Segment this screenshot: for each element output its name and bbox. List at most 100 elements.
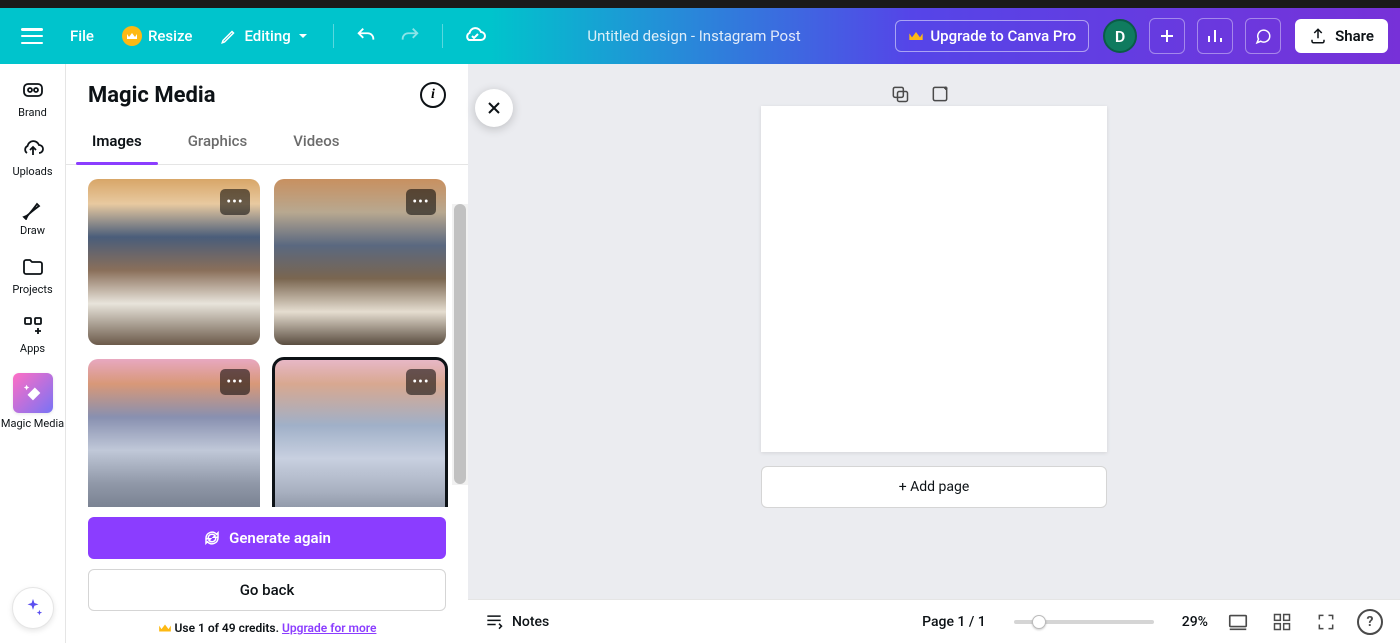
chart-icon [1206,27,1224,45]
upgrade-credits-link[interactable]: Upgrade for more [282,621,376,635]
result-thumbnail[interactable]: ••• [88,359,260,507]
add-page-icon-button[interactable] [928,82,952,106]
user-avatar[interactable]: D [1103,19,1137,53]
magic-media-panel: Magic Media i Images Graphics Videos •••… [66,64,468,643]
draw-icon [21,196,45,220]
fullscreen-icon [1316,612,1336,632]
rail-uploads[interactable]: Uploads [0,137,65,178]
insights-button[interactable] [1197,18,1233,54]
thumbnail-more-button[interactable]: ••• [406,189,436,215]
document-title[interactable]: Untitled design - Instagram Post [501,27,888,45]
magic-media-icon [13,373,53,413]
canvas-stage[interactable]: + Add page [468,64,1400,599]
result-thumbnail[interactable]: ••• [88,179,260,345]
notes-button[interactable]: Notes [484,612,549,632]
credits-text: Use 1 of 49 credits. Upgrade for more [88,621,446,635]
notes-icon [484,612,504,632]
crown-icon [908,29,924,43]
generate-again-button[interactable]: Generate again [88,517,446,559]
undo-button[interactable] [348,18,384,54]
refresh-icon [203,529,221,547]
scrollbar-thumb[interactable] [454,204,466,484]
side-rail: Brand Uploads Draw Projects Apps Magic M… [0,64,66,643]
design-page[interactable] [761,106,1107,452]
bottom-bar: Notes Page 1 / 1 29% ? [468,599,1400,643]
grid-icon [1272,612,1292,632]
add-page-icon [930,84,950,104]
cloud-check-icon [463,24,487,48]
tab-images[interactable]: Images [88,122,146,164]
sparkle-icon [22,597,44,619]
duplicate-icon [890,84,910,104]
resize-button[interactable]: Resize [112,20,202,52]
close-icon [487,101,501,115]
hamburger-icon [21,28,43,44]
go-back-button[interactable]: Go back [88,569,446,611]
view-pages-button[interactable] [1224,608,1252,636]
divider [442,24,443,48]
add-member-button[interactable] [1149,18,1185,54]
redo-icon [399,25,421,47]
editing-mode-menu[interactable]: Editing [210,21,318,51]
results-grid: ••• ••• ••• ••• [66,165,468,507]
top-bar: File Resize Editing Untitled design - In… [0,8,1400,64]
panel-title: Magic Media [88,83,215,108]
duplicate-page-button[interactable] [888,82,912,106]
pages-icon [1227,611,1249,633]
chevron-down-icon [297,30,309,42]
apps-icon [21,314,45,338]
rail-label: Magic Media [1,417,64,430]
cloud-sync-button[interactable] [457,18,493,54]
crown-icon [122,26,142,46]
cloud-upload-icon [21,137,45,161]
page-indicator[interactable]: Page 1 / 1 [922,614,986,630]
add-page-button[interactable]: + Add page [761,466,1107,508]
close-panel-button[interactable] [475,89,513,127]
upload-icon [1309,27,1327,45]
rail-apps[interactable]: Apps [0,314,65,355]
generate-label: Generate again [229,529,331,547]
panel-scrollbar[interactable] [452,204,468,485]
rail-label: Uploads [12,165,52,178]
upgrade-label: Upgrade to Canva Pro [930,27,1076,45]
info-button[interactable]: i [420,82,446,108]
tab-videos[interactable]: Videos [289,122,343,164]
help-icon: ? [1357,609,1383,635]
plus-icon [1159,28,1175,44]
editing-label: Editing [244,27,290,45]
help-button[interactable]: ? [1356,608,1384,636]
rail-label: Brand [18,106,47,119]
folder-icon [21,255,45,279]
comment-icon [1254,27,1272,45]
file-menu[interactable]: File [60,21,104,51]
fullscreen-button[interactable] [1312,608,1340,636]
rail-magic-media[interactable]: Magic Media [0,373,65,430]
ai-assistant-button[interactable] [12,587,54,629]
main-menu-button[interactable] [12,16,52,56]
thumbnail-more-button[interactable]: ••• [406,369,436,395]
tab-graphics[interactable]: Graphics [184,122,251,164]
zoom-slider[interactable] [1014,620,1154,624]
zoom-percentage[interactable]: 29% [1182,614,1208,630]
rail-brand[interactable]: Brand [0,78,65,119]
upgrade-button[interactable]: Upgrade to Canva Pro [895,20,1089,52]
rail-projects[interactable]: Projects [0,255,65,296]
canvas-area: + Add page Notes Page 1 / 1 29% ? [468,64,1400,643]
rail-label: Apps [20,342,45,355]
rail-label: Projects [12,283,52,296]
notes-label: Notes [512,614,549,630]
thumbnail-more-button[interactable]: ••• [220,369,250,395]
thumbnail-more-button[interactable]: ••• [220,189,250,215]
crown-icon [158,622,172,634]
rail-draw[interactable]: Draw [0,196,65,237]
panel-tabs: Images Graphics Videos [66,122,468,165]
share-button[interactable]: Share [1295,19,1388,53]
share-label: Share [1335,27,1374,45]
redo-button[interactable] [392,18,428,54]
divider [333,24,334,48]
result-thumbnail[interactable]: ••• [274,359,446,507]
zoom-slider-thumb[interactable] [1032,615,1046,629]
grid-view-button[interactable] [1268,608,1296,636]
result-thumbnail[interactable]: ••• [274,179,446,345]
comments-button[interactable] [1245,18,1281,54]
